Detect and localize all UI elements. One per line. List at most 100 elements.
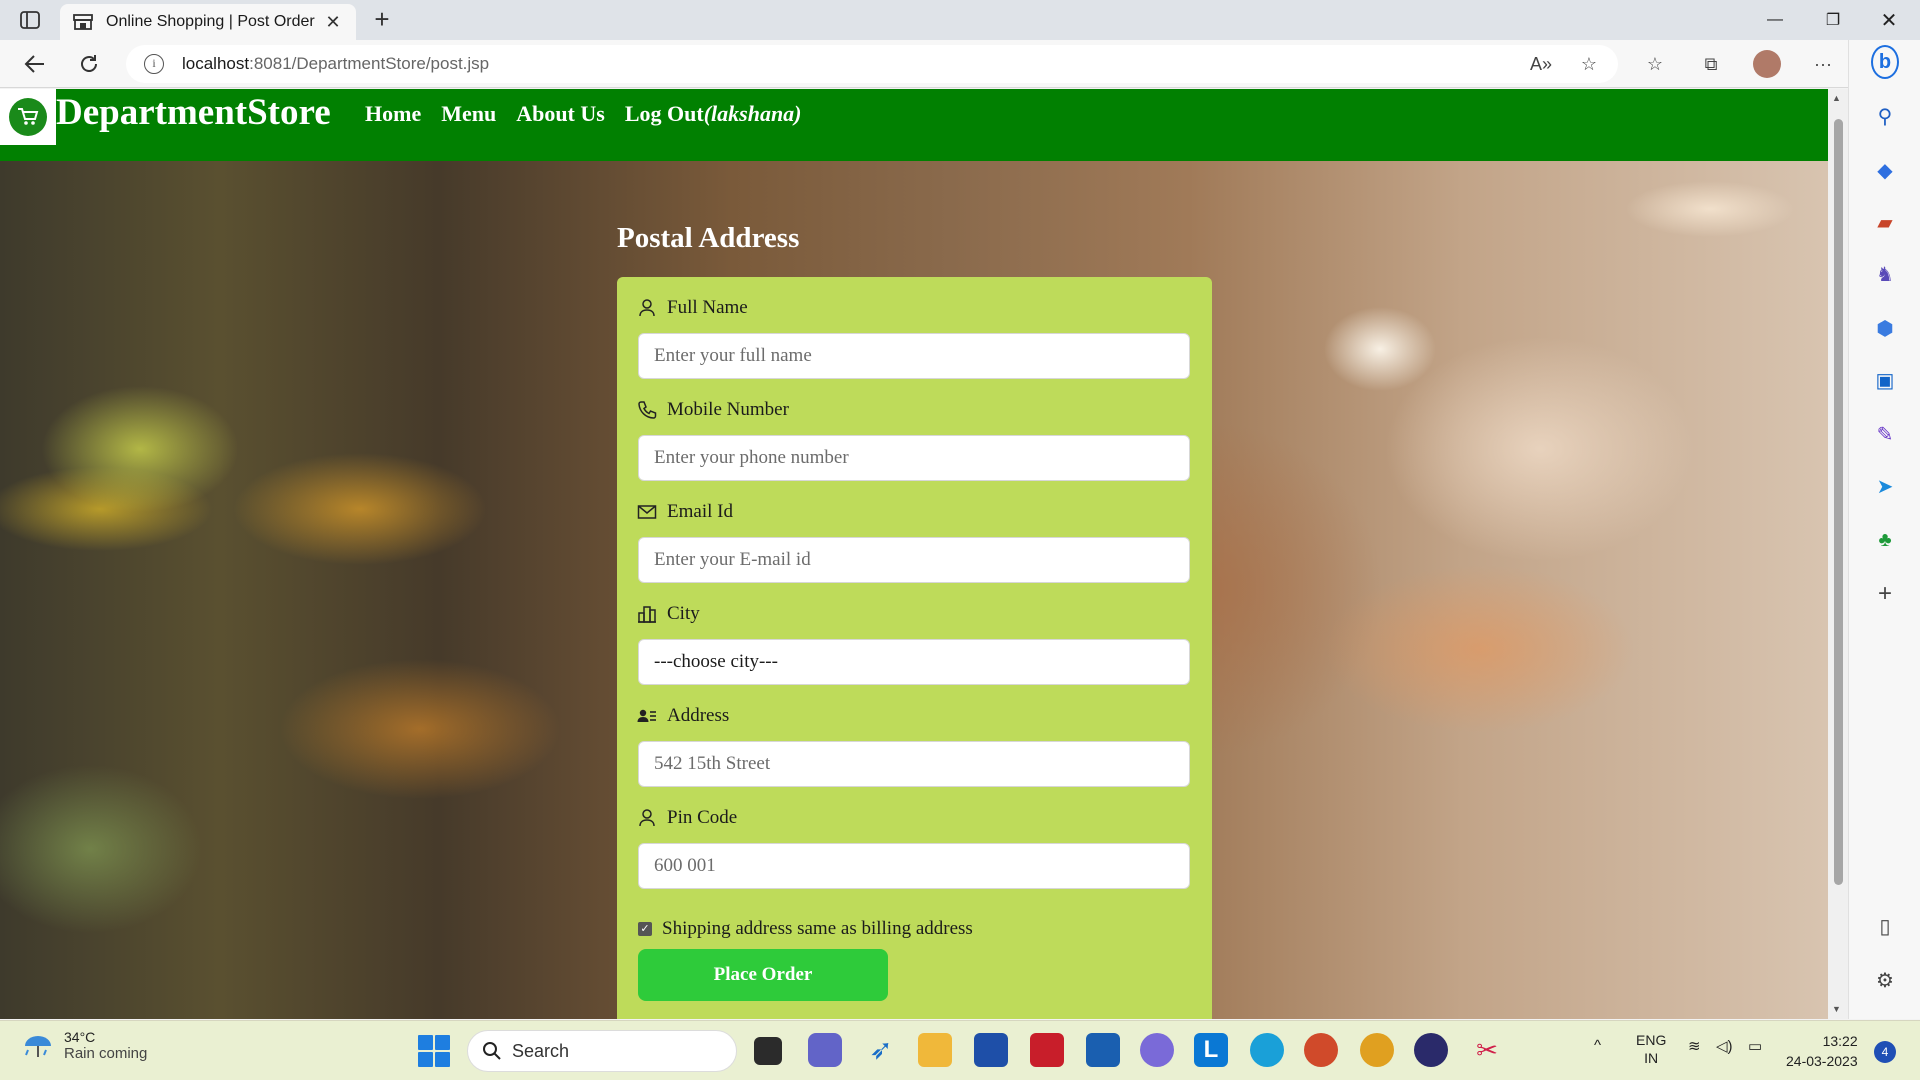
new-tab-button[interactable]: + (368, 6, 396, 34)
user-icon (639, 809, 655, 827)
pin-code-input[interactable] (638, 843, 1190, 889)
weather-description: Rain coming (64, 1045, 148, 1062)
chrome-icon[interactable] (1360, 1033, 1394, 1067)
city-label: City (637, 603, 700, 625)
nav-log-out[interactable]: Log Out(lakshana) (625, 101, 802, 127)
more-menu-icon[interactable]: ··· (1808, 49, 1838, 79)
read-aloud-icon[interactable]: A» (1526, 49, 1556, 79)
microsoft-store-icon[interactable] (974, 1033, 1008, 1067)
windows-taskbar: 34°C Rain coming Search ➶ L ✂ ^ ENG IN ≋ … (0, 1020, 1920, 1080)
file-explorer-icon[interactable] (918, 1033, 952, 1067)
rain-umbrella-icon (25, 1035, 51, 1057)
profile-avatar[interactable] (1752, 49, 1782, 79)
search-icon (483, 1042, 501, 1060)
edge-browser-icon[interactable] (1250, 1033, 1284, 1067)
page-scrollbar[interactable]: ▲ ▼ (1828, 89, 1848, 1019)
battery-icon[interactable]: ▭ (1748, 1037, 1762, 1055)
games-icon[interactable]: ♞ (1871, 260, 1899, 288)
snipping-tool-icon[interactable]: ✂ (1470, 1033, 1504, 1067)
bing-chat-icon[interactable]: b (1871, 45, 1899, 79)
site-info-icon[interactable]: i (144, 54, 164, 74)
dolphin-app-icon[interactable]: ➶ (864, 1033, 898, 1067)
browser-toolbar: i localhost:8081/DepartmentStore/post.js… (0, 40, 1920, 88)
address-input[interactable] (638, 741, 1190, 787)
user-icon (639, 299, 655, 317)
language-indicator[interactable]: ENG IN (1636, 1031, 1666, 1067)
site-nav: Home Menu About Us Log Out(lakshana) (365, 101, 802, 127)
add-sidebar-app-icon[interactable]: + (1871, 580, 1899, 608)
nav-menu[interactable]: Menu (441, 101, 496, 127)
email-id-input[interactable] (638, 537, 1190, 583)
taskbar-search[interactable]: Search (467, 1030, 737, 1072)
close-window-button[interactable]: ✕ (1866, 6, 1912, 34)
envelope-icon (637, 505, 657, 519)
site-header: DepartmentStore Home Menu About Us Log O… (0, 89, 1828, 161)
logged-in-user: (lakshana) (703, 101, 802, 126)
cortana-app-icon[interactable] (1086, 1033, 1120, 1067)
collections-icon[interactable]: ⧉ (1696, 49, 1726, 79)
tree-icon[interactable]: ♣ (1871, 526, 1899, 554)
show-hidden-icons-icon[interactable]: ^ (1594, 1037, 1601, 1054)
city-select-value: ---choose city--- (654, 651, 778, 672)
hide-sidebar-icon[interactable]: ▯ (1871, 912, 1899, 940)
mobile-number-label: Mobile Number (637, 399, 789, 421)
notification-badge[interactable]: 4 (1874, 1041, 1896, 1063)
browser-tab[interactable]: Online Shopping | Post Order ✕ (60, 4, 356, 40)
task-view-icon[interactable] (754, 1037, 782, 1065)
volume-icon[interactable]: ◁) (1716, 1037, 1733, 1055)
full-name-input[interactable] (638, 333, 1190, 379)
site-brand[interactable]: DepartmentStore (56, 91, 331, 134)
same-address-checkbox-row[interactable]: ✓ Shipping address same as billing addre… (638, 918, 973, 940)
maximize-button[interactable]: ❐ (1810, 6, 1856, 34)
add-favorite-icon[interactable]: ☆ (1574, 49, 1604, 79)
taskbar-clock[interactable]: 13:22 24-03-2023 (1786, 1031, 1858, 1071)
same-address-label: Shipping address same as billing address (662, 918, 973, 939)
copilot-app-icon[interactable] (1140, 1033, 1174, 1067)
phone-icon (638, 401, 657, 419)
pin-code-label: Pin Code (637, 807, 737, 829)
teams-chat-icon[interactable] (808, 1033, 842, 1067)
mobile-number-input[interactable] (638, 435, 1190, 481)
powerpoint-icon[interactable] (1304, 1033, 1338, 1067)
nav-home[interactable]: Home (365, 101, 421, 127)
refresh-button[interactable] (72, 48, 106, 80)
scroll-up-arrow-icon[interactable]: ▲ (1832, 93, 1841, 103)
page-viewport: DepartmentStore Home Menu About Us Log O… (0, 89, 1828, 1019)
microsoft365-icon[interactable]: ⬢ (1871, 314, 1899, 342)
mcafee-icon[interactable] (1030, 1033, 1064, 1067)
shopping-tag-icon[interactable]: ◆ (1871, 156, 1899, 184)
l-app-icon[interactable]: L (1194, 1033, 1228, 1067)
nav-about-us[interactable]: About Us (516, 101, 605, 127)
weather-temperature: 34°C (64, 1029, 96, 1045)
address-card-icon (637, 709, 656, 722)
weather-widget[interactable]: 34°C Rain coming (22, 1029, 147, 1062)
city-select[interactable]: ---choose city--- (638, 639, 1190, 685)
search-icon[interactable]: ⚲ (1871, 102, 1899, 130)
windows-start-icon[interactable] (418, 1035, 450, 1067)
same-address-checkbox[interactable]: ✓ (638, 922, 652, 936)
browser-titlebar: Online Shopping | Post Order ✕ + — ❐ ✕ (0, 0, 1920, 40)
send-icon[interactable]: ➤ (1871, 472, 1899, 500)
tab-close-icon[interactable]: ✕ (322, 12, 344, 33)
minimize-button[interactable]: — (1752, 6, 1798, 34)
favorites-icon[interactable]: ☆ (1640, 49, 1670, 79)
address-bar[interactable]: i localhost:8081/DepartmentStore/post.js… (126, 45, 1618, 83)
designer-icon[interactable]: ✎ (1871, 420, 1899, 448)
tools-icon[interactable]: ▰ (1871, 208, 1899, 236)
tab-actions-icon[interactable] (14, 6, 46, 34)
eclipse-icon[interactable] (1414, 1033, 1448, 1067)
place-order-button[interactable]: Place Order (638, 949, 888, 1001)
postal-address-form: Full Name Mobile Number Email Id City --… (617, 277, 1212, 1019)
settings-gear-icon[interactable]: ⚙ (1871, 966, 1899, 994)
cart-logo-icon[interactable] (0, 89, 56, 145)
scroll-down-arrow-icon[interactable]: ▼ (1832, 1004, 1841, 1014)
outlook-icon[interactable]: ▣ (1871, 366, 1899, 394)
scroll-thumb[interactable] (1834, 119, 1843, 885)
address-label: Address (637, 705, 729, 727)
edge-sidebar: b ⚲ ◆ ▰ ♞ ⬢ ▣ ✎ ➤ ♣ + ▯ ⚙ (1848, 40, 1920, 1019)
wifi-icon[interactable]: ≋ (1688, 1037, 1701, 1055)
form-title: Postal Address (617, 222, 800, 254)
store-favicon-icon (73, 14, 93, 30)
url-text[interactable]: localhost:8081/DepartmentStore/post.jsp (182, 54, 489, 74)
back-button[interactable] (18, 48, 52, 80)
